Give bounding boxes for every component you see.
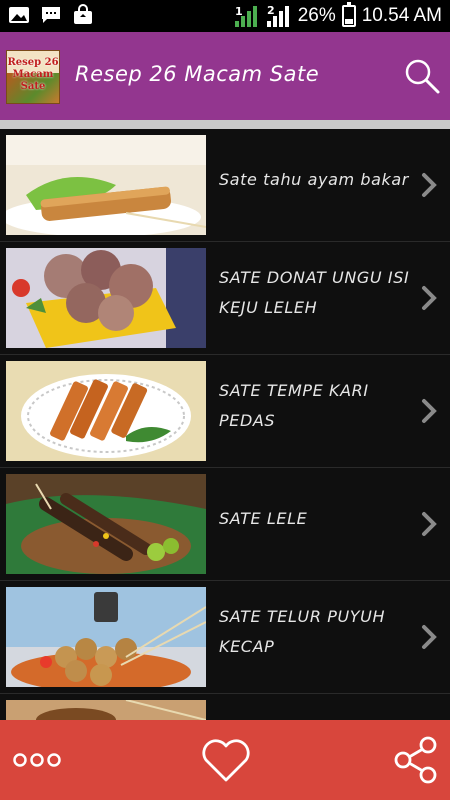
sim-1-label: 1	[235, 5, 243, 18]
more-icon[interactable]	[12, 748, 62, 772]
page-title: Resep 26 Macam Sate	[75, 62, 320, 86]
recipe-title: SATE LELE	[219, 509, 308, 528]
notification-icons	[8, 4, 94, 26]
recipe-thumbnail	[6, 361, 206, 461]
recipe-title: SATE TEMPE KARI PEDAS	[219, 381, 369, 430]
list-item[interactable]: Sate tahu ayam bakar	[0, 129, 450, 242]
share-icon[interactable]	[390, 734, 442, 786]
app-logo: Resep 26 Macam Sate	[6, 50, 60, 104]
battery-icon	[341, 2, 356, 27]
battery-percent: 26%	[297, 5, 336, 26]
clock: 10.54 AM	[361, 5, 442, 26]
search-icon[interactable]	[402, 56, 442, 96]
list-item[interactable]: SATE DONAT UNGU ISI KEJU LELEH	[0, 242, 450, 355]
recipe-title: Sate tahu ayam bakar	[219, 170, 409, 189]
recipe-thumbnail	[6, 700, 206, 720]
message-icon	[42, 7, 60, 23]
app-bar: Resep 26 Macam Sate Resep 26 Macam Sate	[0, 32, 450, 120]
recipe-thumbnail	[6, 135, 206, 235]
app-logo-text: Resep 26 Macam Sate	[7, 57, 59, 92]
system-indicators: 1 2 26% 10.54 AM	[234, 2, 442, 30]
shopping-bag-icon	[74, 4, 92, 24]
list-item[interactable]	[0, 694, 450, 720]
list-item[interactable]: SATE TELUR PUYUH KECAP	[0, 581, 450, 694]
image-icon	[9, 7, 29, 23]
recipe-thumbnail	[6, 248, 206, 348]
chevron-right-icon	[422, 173, 437, 197]
chevron-right-icon	[422, 286, 437, 310]
recipe-thumbnail	[6, 587, 206, 687]
list-item[interactable]: SATE LELE	[0, 468, 450, 581]
signal-1-icon: 1	[234, 5, 257, 27]
sim-2-label: 2	[267, 4, 275, 17]
status-bar: 1 2 26% 10.54 AM	[0, 0, 450, 32]
signal-2-icon: 2	[265, 3, 289, 27]
recipe-thumbnail	[6, 474, 206, 574]
recipe-title: SATE DONAT UNGU ISI KEJU LELEH	[219, 268, 410, 317]
chevron-right-icon	[422, 625, 437, 649]
chevron-right-icon	[422, 399, 437, 423]
recipe-list[interactable]: Sate tahu ayam bakar SATE DONAT UNGU ISI…	[0, 129, 450, 720]
recipe-title: SATE TELUR PUYUH KECAP	[219, 607, 386, 656]
app-bar-divider	[0, 120, 450, 129]
bottom-action-bar	[0, 720, 450, 800]
heart-icon[interactable]	[200, 734, 252, 786]
list-item[interactable]: SATE TEMPE KARI PEDAS	[0, 355, 450, 468]
chevron-right-icon	[422, 512, 437, 536]
